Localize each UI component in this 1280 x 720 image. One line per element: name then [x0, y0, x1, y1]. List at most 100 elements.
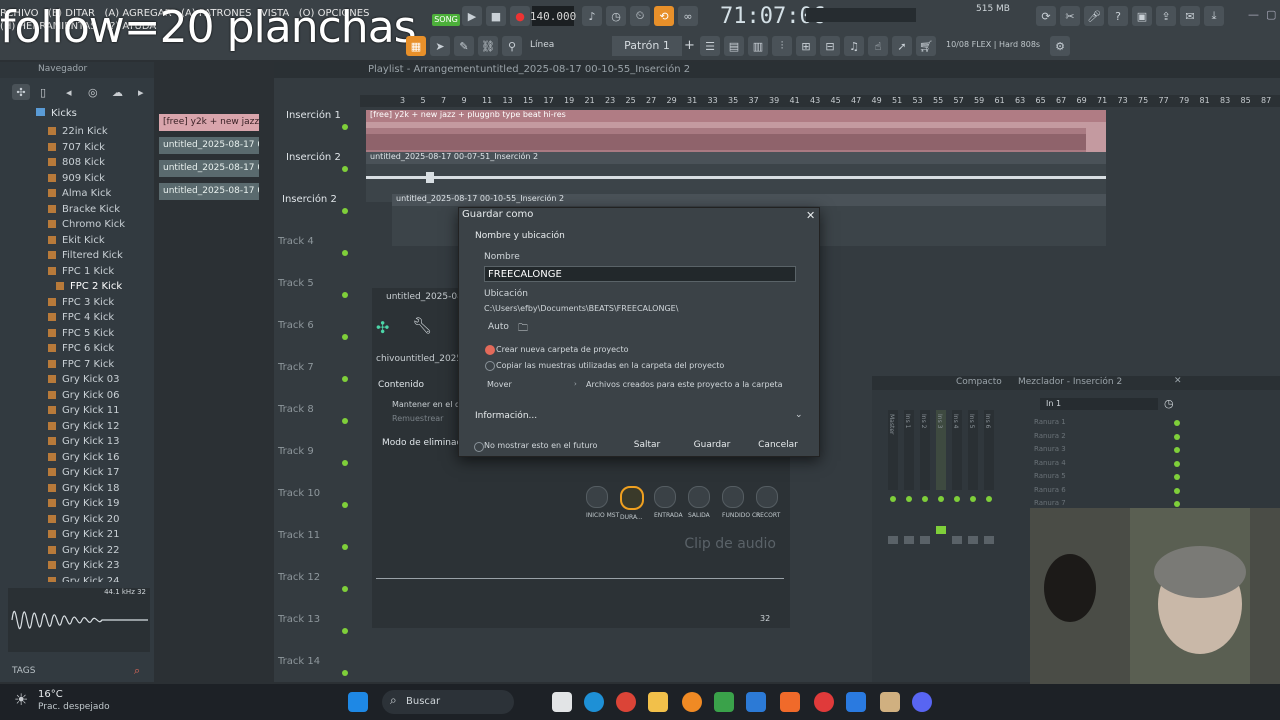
browser-item[interactable]: Gry Kick 18	[48, 481, 120, 496]
channel-item[interactable]: untitled_2025-08-17 00...	[159, 160, 259, 177]
browser-item[interactable]: Gry Kick 22	[48, 543, 120, 558]
track-enable-led[interactable]	[342, 628, 348, 634]
download-icon[interactable]: ⤓	[1204, 6, 1224, 26]
knob-dial[interactable]	[620, 486, 644, 510]
play-icon[interactable]: ▶	[462, 6, 482, 26]
cursor-icon[interactable]: ➚	[892, 36, 912, 56]
browser-item[interactable]: Gry Kick 24	[48, 574, 120, 582]
track-enable-led[interactable]	[342, 460, 348, 466]
plugin-icon[interactable]: ⊟	[820, 36, 840, 56]
mixer-slot[interactable]: Ranura 3	[1034, 445, 1066, 453]
mixer-slot[interactable]: Ranura 5	[1034, 472, 1066, 480]
mixer-slot[interactable]: Ranura 7	[1034, 499, 1066, 507]
mixer-input[interactable]: In 1	[1040, 398, 1158, 410]
browser-item[interactable]: FPC 3 Kick	[48, 295, 114, 310]
song-mode-toggle[interactable]: SONG	[432, 14, 460, 26]
slot-led[interactable]	[1174, 447, 1180, 453]
mixer-led[interactable]	[938, 496, 944, 502]
browser-item[interactable]: FPC 7 Kick	[48, 357, 114, 372]
browser-item[interactable]: Filtered Kick	[48, 248, 123, 263]
browser-item[interactable]: Gry Kick 16	[48, 450, 120, 465]
channel-item[interactable]: untitled_2025-08-17 00...	[159, 137, 259, 154]
track-label[interactable]: Track 10	[278, 488, 320, 499]
fader-handle[interactable]	[952, 536, 962, 544]
playlist-icon[interactable]: ☰	[700, 36, 720, 56]
knob[interactable]: DURA...	[620, 486, 644, 521]
browser-item[interactable]: FPC 4 Kick	[48, 310, 114, 325]
mixer-led[interactable]	[922, 496, 928, 502]
slot-led[interactable]	[1174, 474, 1180, 480]
browser-item[interactable]: Gry Kick 13	[48, 434, 120, 449]
browser-item[interactable]: 808 Kick	[48, 155, 105, 170]
mixer-icon[interactable]: ⫶	[772, 36, 792, 56]
chrome-icon[interactable]	[616, 692, 636, 712]
browser-item[interactable]: Gry Kick 20	[48, 512, 120, 527]
photoshop-icon[interactable]	[846, 692, 866, 712]
wrench-icon[interactable]: 🔧︎	[412, 316, 432, 335]
mixer-led[interactable]	[890, 496, 896, 502]
knob-dial[interactable]	[756, 486, 778, 508]
link-icon[interactable]: ⛓	[478, 36, 498, 56]
forward-icon[interactable]: ▸	[138, 86, 144, 99]
track-label[interactable]: Inserción 2	[282, 194, 337, 205]
channel-item[interactable]: untitled_2025-08-17 00...	[159, 183, 259, 200]
capcut-icon[interactable]	[814, 692, 834, 712]
settings-icon[interactable]: ⚙	[1050, 36, 1070, 56]
fader-handle[interactable]	[968, 536, 978, 544]
timeline-ruler[interactable]: 3 5 7 9 11 13 15 17 19 21 23 25 27 29 31 33 35 37 39 41 43 45…	[360, 95, 1280, 107]
mixer-led[interactable]	[954, 496, 960, 502]
copy-samples-radio[interactable]	[485, 361, 495, 371]
fader-handle[interactable]	[904, 536, 914, 544]
taskbar-search[interactable]: ⌕ Buscar	[382, 690, 514, 714]
fader-handle[interactable]	[984, 536, 994, 544]
browser-item[interactable]: Bracke Kick	[48, 202, 120, 217]
taskview-icon[interactable]	[552, 692, 572, 712]
weather-icon[interactable]: ☀	[14, 690, 28, 709]
browser-item[interactable]: Chromo Kick	[48, 217, 125, 232]
knob-dial[interactable]	[654, 486, 676, 508]
app-icon[interactable]	[880, 692, 900, 712]
cloud-icon[interactable]: ☁	[112, 86, 123, 99]
mixer-slot[interactable]: Ranura 1	[1034, 418, 1066, 426]
slot-led[interactable]	[1174, 487, 1180, 494]
track-label[interactable]: Track 12	[278, 572, 320, 583]
folder-browse-icon[interactable]: 🗀	[518, 321, 528, 338]
track-enable-led[interactable]	[342, 670, 348, 676]
export-icon[interactable]: ⇪	[1156, 6, 1176, 26]
browser-item[interactable]: Alma Kick	[48, 186, 111, 201]
mic-icon[interactable]: 🎤︎	[1084, 6, 1104, 26]
help-icon[interactable]: ?	[1108, 6, 1128, 26]
browser-item[interactable]: 909 Kick	[48, 171, 105, 186]
no-show-label[interactable]: No mostrar esto en el futuro	[484, 441, 597, 450]
envelope-line[interactable]	[376, 578, 784, 579]
track-enable-led[interactable]	[342, 418, 348, 424]
target-icon[interactable]: ◎	[88, 86, 98, 99]
fader-handle[interactable]	[888, 536, 898, 544]
browser-menu-icon[interactable]: ✣	[12, 84, 30, 100]
keep-option[interactable]: Mantener en el di	[392, 400, 462, 409]
knob[interactable]: INICIO MST	[586, 486, 619, 519]
stop-icon[interactable]: ■	[486, 6, 506, 26]
back-icon[interactable]: ◂	[66, 86, 72, 99]
maximize-icon[interactable]: ▢	[1266, 8, 1276, 21]
obs-icon[interactable]	[780, 692, 800, 712]
browser-item[interactable]: Gry Kick 12	[48, 419, 120, 434]
explorer-icon[interactable]	[648, 692, 668, 712]
mixer-slot[interactable]: Ranura 2	[1034, 432, 1066, 440]
minimize-icon[interactable]: —	[1248, 8, 1259, 21]
touch-icon[interactable]: ☝	[868, 36, 888, 56]
snap-mode[interactable]: Línea	[530, 40, 554, 50]
track-enable-led[interactable]	[342, 586, 348, 592]
mixer-mode[interactable]: Compacto	[956, 377, 1002, 387]
waveform-icon[interactable]: ✣	[376, 318, 389, 337]
browser-item[interactable]: 707 Kick	[48, 140, 105, 155]
save-icon[interactable]: ▣	[1132, 6, 1152, 26]
track-enable-led[interactable]	[342, 376, 348, 382]
stamp-icon[interactable]: ⚲	[502, 36, 522, 56]
mixer-slot[interactable]: Ranura 6	[1034, 486, 1066, 494]
track-label[interactable]: Track 5	[278, 278, 314, 289]
knob-dial[interactable]	[586, 486, 608, 508]
track-enable-led[interactable]	[342, 166, 348, 172]
browser-item[interactable]: 22in Kick	[48, 124, 108, 139]
track-label[interactable]: Track 4	[278, 236, 314, 247]
